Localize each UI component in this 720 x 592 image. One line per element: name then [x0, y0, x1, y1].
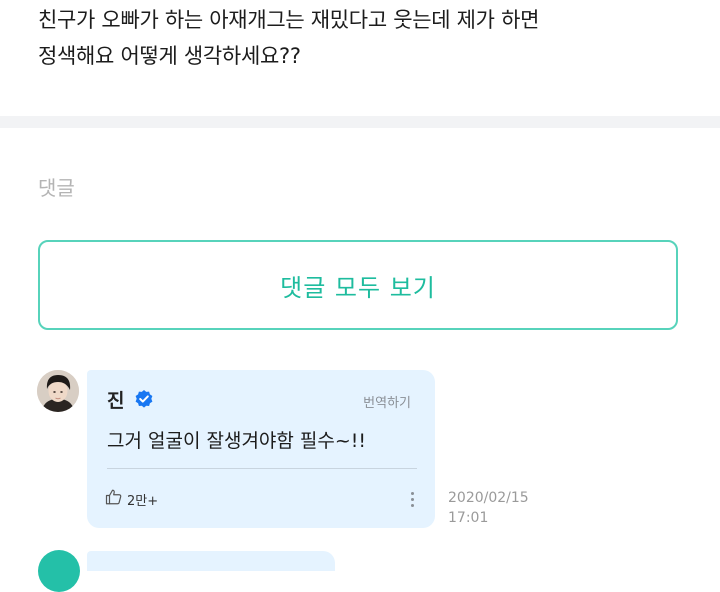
verified-badge-icon [134, 389, 154, 409]
comment-author[interactable]: 진 [107, 386, 124, 413]
like-button[interactable]: 2만+ [105, 488, 158, 510]
comment-divider [107, 468, 417, 469]
comment-text: 그거 얼굴이 잘생겨야함 필수~!! [107, 430, 367, 452]
like-count: 2만+ [127, 493, 159, 509]
comments-heading: 댓글 [38, 176, 75, 200]
next-comment-avatar[interactable] [38, 550, 80, 592]
section-divider [0, 116, 720, 128]
comment-time: 17:01 [448, 510, 489, 526]
view-all-comments-button[interactable]: 댓글 모두 보기 [38, 240, 678, 330]
comment-card: 진 번역하기 그거 얼굴이 잘생겨야함 필수~!! 2만+ [87, 370, 435, 528]
question-line-2: 정색해요 어떻게 생각하세요?? [38, 44, 301, 68]
thumbs-up-icon [105, 488, 123, 510]
next-comment-card [87, 551, 335, 571]
avatar[interactable] [37, 370, 79, 412]
more-vertical-icon[interactable] [407, 488, 417, 510]
comment-timestamp: 2020/02/15 17:01 [448, 488, 529, 528]
question-text: 친구가 오빠가 하는 아재개그는 재밌다고 웃는데 제가 하면 정색해요 어떻게… [38, 2, 698, 74]
comment-date: 2020/02/15 [448, 490, 529, 506]
translate-button[interactable]: 번역하기 [363, 392, 411, 411]
avatar-image [37, 370, 79, 412]
question-line-1: 친구가 오빠가 하는 아재개그는 재밌다고 웃는데 제가 하면 [38, 8, 540, 32]
